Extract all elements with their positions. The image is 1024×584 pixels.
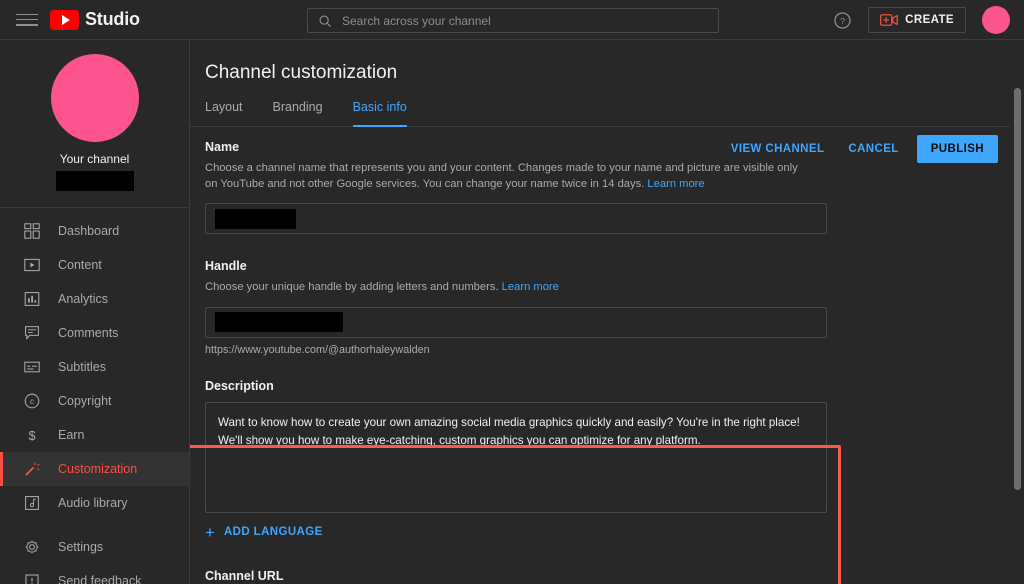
name-input[interactable]	[205, 203, 827, 235]
sidebar-item-label: Comments	[58, 326, 119, 340]
sidebar-item-send-feedback[interactable]: Send feedback	[0, 564, 189, 584]
sidebar-item-audio-library[interactable]: Audio library	[0, 486, 189, 520]
sidebar-channel-block[interactable]: Your channel	[0, 40, 189, 203]
tab-branding[interactable]: Branding	[273, 100, 337, 126]
sidebar-item-label: Earn	[58, 428, 85, 442]
create-button-label: CREATE	[905, 14, 954, 26]
plus-icon: +	[205, 522, 215, 542]
scrollbar-thumb[interactable]	[1014, 88, 1021, 490]
analytics-bar-icon	[22, 289, 42, 309]
sidebar-item-comments[interactable]: Comments	[0, 316, 189, 350]
feedback-icon	[22, 571, 42, 584]
sidebar-item-label: Copyright	[58, 394, 112, 408]
sidebar-item-subtitles[interactable]: Subtitles	[0, 350, 189, 384]
brand-label: Studio	[85, 9, 140, 29]
add-language-button[interactable]: + ADD LANGUAGE	[205, 524, 323, 541]
sidebar-item-label: Audio library	[58, 496, 128, 510]
add-language-label: ADD LANGUAGE	[223, 526, 323, 539]
hamburger-icon[interactable]	[16, 12, 38, 28]
search-icon	[319, 14, 331, 27]
sidebar-item-label: Content	[58, 258, 102, 272]
top-bar: Studio Search across your channel ? CREA…	[0, 0, 1024, 40]
customization-wand-icon	[22, 459, 42, 479]
content-play-icon	[22, 255, 42, 275]
handle-url-preview: https://www.youtube.com/@authorhaleywald…	[205, 343, 430, 356]
name-section-description: Choose a channel name that represents yo…	[205, 160, 805, 192]
description-textarea[interactable]: Want to know how to create your own amaz…	[205, 401, 827, 513]
svg-text:c: c	[30, 397, 34, 406]
page-title: Channel customization	[205, 62, 398, 83]
youtube-play-icon	[50, 9, 79, 30]
video-plus-icon	[880, 14, 899, 26]
handle-learn-more-link[interactable]: Learn more	[502, 281, 559, 293]
search-placeholder: Search across your channel	[342, 13, 491, 28]
scrollbar-track[interactable]	[1010, 40, 1024, 584]
sidebar-item-label: Settings	[58, 540, 104, 554]
your-channel-label: Your channel	[59, 152, 130, 166]
channel-avatar[interactable]	[50, 54, 139, 142]
dashboard-icon	[22, 221, 42, 241]
tab-layout[interactable]: Layout	[205, 100, 257, 126]
sidebar-item-analytics[interactable]: Analytics	[0, 282, 189, 316]
sidebar: Your channel Dashboard Content Analytics	[0, 40, 190, 584]
audio-library-icon	[22, 493, 42, 513]
studio-logo[interactable]: Studio	[50, 9, 140, 30]
sidebar-item-settings[interactable]: Settings	[0, 530, 189, 564]
handle-value-redacted	[215, 312, 343, 333]
main-content: Channel customization Layout Branding Ba…	[190, 40, 1024, 584]
description-section: Description Want to know how to create y…	[190, 378, 1009, 584]
name-description-text: Choose a channel name that represents yo…	[205, 162, 798, 191]
sidebar-item-customization[interactable]: Customization	[0, 452, 189, 486]
svg-text:$: $	[28, 428, 35, 443]
name-section-title: Name	[205, 140, 240, 154]
sidebar-item-label: Subtitles	[58, 360, 106, 374]
name-learn-more-link[interactable]: Learn more	[647, 178, 704, 190]
youtube-studio-window: Studio Search across your channel ? CREA…	[0, 0, 1024, 584]
gear-icon	[22, 537, 42, 557]
sidebar-item-label: Send feedback	[58, 574, 142, 584]
subtitles-icon	[22, 357, 42, 377]
sidebar-item-earn[interactable]: $ Earn	[0, 418, 189, 452]
avatar[interactable]	[982, 6, 1010, 34]
tab-basic-info[interactable]: Basic info	[352, 100, 421, 127]
sidebar-item-label: Customization	[58, 462, 138, 476]
handle-input[interactable]	[205, 306, 827, 338]
help-circle-icon[interactable]: ?	[833, 11, 852, 30]
sidebar-item-dashboard[interactable]: Dashboard	[0, 214, 189, 248]
channel-url-section-title: Channel URL	[205, 568, 284, 583]
tab-bar: Layout Branding Basic info	[190, 100, 1024, 127]
sidebar-item-label: Dashboard	[58, 224, 120, 238]
channel-url-section: Channel URL This is the standard web add…	[205, 569, 1009, 584]
name-section: Name Choose a channel name that represen…	[205, 140, 1009, 235]
handle-section-title: Handle	[205, 259, 247, 274]
handle-section-description: Choose your unique handle by adding lett…	[205, 279, 805, 295]
comments-icon	[22, 323, 42, 343]
name-value-redacted	[215, 208, 296, 229]
handle-description-text: Choose your unique handle by adding lett…	[205, 281, 499, 294]
sidebar-item-label: Analytics	[58, 292, 109, 306]
top-bar-actions: ? CREATE	[833, 0, 1010, 40]
form-content: Name Choose a channel name that represen…	[190, 127, 1009, 584]
sidebar-divider	[0, 207, 189, 208]
svg-text:?: ?	[840, 15, 845, 25]
copyright-icon: c	[22, 391, 42, 411]
handle-section: Handle Choose your unique handle by addi…	[205, 259, 1009, 356]
sidebar-item-content[interactable]: Content	[0, 248, 189, 282]
earn-dollar-icon: $	[22, 425, 42, 445]
sidebar-item-copyright[interactable]: c Copyright	[0, 384, 189, 418]
create-button[interactable]: CREATE	[868, 7, 966, 33]
channel-name-redacted	[55, 171, 134, 191]
search-input[interactable]: Search across your channel	[307, 8, 719, 33]
description-section-title: Description	[205, 378, 274, 393]
